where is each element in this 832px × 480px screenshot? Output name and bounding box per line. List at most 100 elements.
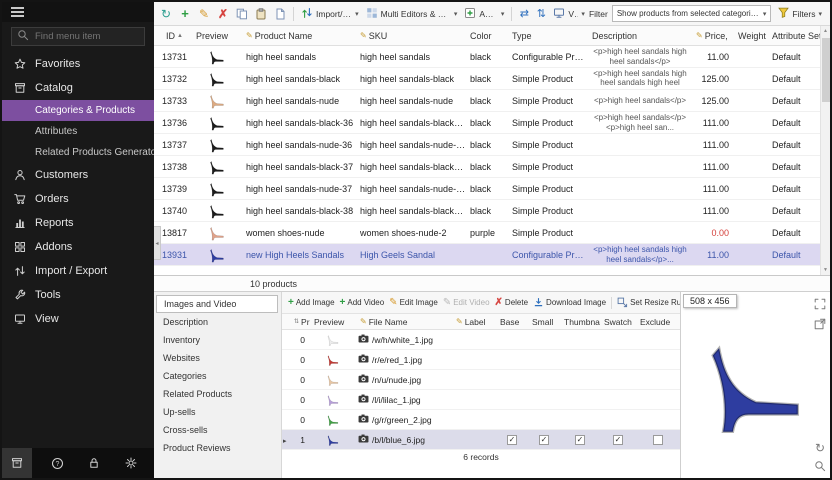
scroll-thumb[interactable] xyxy=(822,38,830,102)
product-row[interactable]: 13732high heel sandals-blackhigh heel sa… xyxy=(154,68,820,90)
media-row[interactable]: ▸1/b/l/blue_6.jpg✓✓✓✓ xyxy=(282,430,680,450)
tab-inventory[interactable]: Inventory xyxy=(154,331,281,349)
column-header-color[interactable]: Color xyxy=(466,31,508,41)
filters-button[interactable]: Filters▾ xyxy=(775,5,825,23)
column-header-product-name[interactable]: ✎Product Name xyxy=(242,31,356,41)
menu-multi-editors-changers[interactable]: Multi Editors & Changers▾ xyxy=(363,4,461,24)
vertical-scrollbar[interactable]: ▲ ▼ xyxy=(820,26,830,275)
scroll-down-arrow[interactable]: ▼ xyxy=(821,265,830,275)
product-row[interactable]: 13737high heel sandals-nude-36high heel … xyxy=(154,134,820,156)
exclude-checkbox[interactable] xyxy=(653,435,663,445)
base-checkbox[interactable]: ✓ xyxy=(507,435,517,445)
sidebar-item-addons[interactable]: Addons xyxy=(2,235,154,259)
sidebar-item-view[interactable]: View xyxy=(2,307,154,331)
sidebar-item-catalog[interactable]: Catalog xyxy=(2,76,154,100)
scroll-up-arrow[interactable]: ▲ xyxy=(821,26,830,36)
zoom-icon[interactable] xyxy=(813,459,827,473)
help-icon[interactable]: ? xyxy=(47,452,69,474)
add-icon-button[interactable]: + xyxy=(176,5,194,23)
media-column-header-small[interactable]: Small xyxy=(528,317,560,327)
product-row[interactable]: ▸13931new High Heels SandalsHigh Geels S… xyxy=(154,244,820,266)
media-column-header-pr[interactable]: ⇅Pr xyxy=(290,317,310,327)
small-checkbox[interactable]: ✓ xyxy=(539,435,549,445)
column-header-attribute-set-name[interactable]: Attribute Set Name xyxy=(768,31,820,41)
refresh-icon-button[interactable]: ↻ xyxy=(157,5,175,23)
media-column-header-label[interactable]: ✎Label xyxy=(452,317,496,327)
swatch-checkbox[interactable]: ✓ xyxy=(613,435,623,445)
paste-icon-button[interactable] xyxy=(252,5,270,23)
media-row[interactable]: 0/n/u/nude.jpg xyxy=(282,370,680,390)
tab-websites[interactable]: Websites xyxy=(154,349,281,367)
panel-collapse-handle[interactable]: ◂ xyxy=(154,226,161,260)
product-sku: high heel sandals-black xyxy=(356,74,466,84)
menu-addons[interactable]: Addons▾ xyxy=(461,4,507,24)
sidebar-item-orders[interactable]: Orders xyxy=(2,187,154,211)
column-header-id[interactable]: ID▲ xyxy=(162,31,192,41)
media-column-header-file-name[interactable]: ✎File Name xyxy=(356,317,452,327)
open-external-icon[interactable] xyxy=(813,317,827,331)
media-row[interactable]: 0/w/h/white_1.jpg xyxy=(282,330,680,350)
tab-cross-sells[interactable]: Cross-sells xyxy=(154,421,281,439)
search-input[interactable] xyxy=(33,30,139,43)
media-column-header-preview[interactable]: Preview xyxy=(310,317,356,327)
transfer-icon-button[interactable]: ⇄ xyxy=(516,6,532,22)
menu-view[interactable]: View▾ xyxy=(550,4,588,24)
product-row[interactable]: 13731high heel sandalshigh heel sandalsb… xyxy=(154,46,820,68)
media-column-header-base[interactable]: Base xyxy=(496,317,528,327)
tab-up-sells[interactable]: Up-sells xyxy=(154,403,281,421)
product-row[interactable]: 13738high heel sandals-black-37high heel… xyxy=(154,156,820,178)
add-video-button[interactable]: +Add Video xyxy=(340,297,385,308)
download-image-button[interactable]: Download Image xyxy=(533,297,606,308)
tab-description[interactable]: Description xyxy=(154,313,281,331)
product-row[interactable]: 13739high heel sandals-nude-37high heel … xyxy=(154,178,820,200)
column-header-sku[interactable]: ✎SKU xyxy=(356,31,466,41)
sidebar-search[interactable] xyxy=(11,27,145,46)
sidebar-item-import-export[interactable]: Import / Export xyxy=(2,259,154,283)
sidebar-item-favorites[interactable]: Favorites xyxy=(2,52,154,76)
copy-icon-button[interactable] xyxy=(233,5,251,23)
sidebar-item-reports[interactable]: Reports xyxy=(2,211,154,235)
sidebar-subitem-attributes[interactable]: Attributes xyxy=(2,121,154,142)
product-row[interactable]: 13736high heel sandals-black-36high heel… xyxy=(154,112,820,134)
menu-toggle-button[interactable] xyxy=(2,3,32,21)
media-row[interactable]: 0/g/r/green_2.jpg xyxy=(282,410,680,430)
sort-icon-button[interactable]: ⇅ xyxy=(533,6,549,22)
sidebar-subitem-related-products-generator[interactable]: Related Products Generator xyxy=(2,142,154,163)
preview-bottom-actions: ↻ xyxy=(813,441,827,473)
media-row[interactable]: 0/l/i/lilac_1.jpg xyxy=(282,390,680,410)
thumbnail-checkbox[interactable]: ✓ xyxy=(575,435,585,445)
column-header-description[interactable]: Description xyxy=(588,31,692,41)
category-filter-select[interactable]: Show products from selected categories▾ xyxy=(612,5,772,22)
tab-categories[interactable]: Categories xyxy=(154,367,281,385)
delete-icon-button[interactable]: ✗ xyxy=(214,5,232,23)
product-row[interactable]: 13733high heel sandals-nudehigh heel san… xyxy=(154,90,820,112)
edit-image-button[interactable]: ✎Edit Image xyxy=(389,297,438,308)
sidebar-item-customers[interactable]: Customers xyxy=(2,163,154,187)
media-row[interactable]: 0/r/e/red_1.jpg xyxy=(282,350,680,370)
tab-images-and-video[interactable]: Images and Video xyxy=(156,295,278,313)
column-header-preview[interactable]: Preview xyxy=(192,31,242,41)
fullscreen-icon[interactable] xyxy=(813,297,827,311)
menu-import-export[interactable]: Import/Export▾ xyxy=(298,4,362,24)
rotate-icon[interactable]: ↻ xyxy=(813,441,827,455)
edit-icon-button[interactable]: ✎ xyxy=(195,5,213,23)
sidebar-subitem-categories-products[interactable]: Categories & Products xyxy=(2,100,154,121)
tab-related-products[interactable]: Related Products xyxy=(154,385,281,403)
product-row[interactable]: 13740high heel sandals-black-38high heel… xyxy=(154,200,820,222)
delete-button[interactable]: ✗Delete xyxy=(495,297,529,308)
set-resize-rule-button[interactable]: Set Resize Rule▾ xyxy=(617,297,680,308)
column-header-price[interactable]: ✎Price, xyxy=(692,31,734,41)
tab-product-reviews[interactable]: Product Reviews xyxy=(154,439,281,457)
media-column-header-exclude[interactable]: Exclude xyxy=(636,317,680,327)
media-column-header-thumbna[interactable]: Thumbna xyxy=(560,317,600,327)
product-row[interactable]: 13817women shoes-nudewomen shoes-nude-2p… xyxy=(154,222,820,244)
sidebar-item-tools[interactable]: Tools xyxy=(2,283,154,307)
lock-icon[interactable] xyxy=(83,452,105,474)
export-doc-icon-button[interactable] xyxy=(271,5,289,23)
column-header-weight[interactable]: Weight xyxy=(734,31,768,41)
add-image-button[interactable]: +Add Image xyxy=(288,297,335,308)
gear-icon[interactable] xyxy=(120,452,142,474)
archive-icon[interactable] xyxy=(2,448,32,478)
column-header-type[interactable]: Type xyxy=(508,31,588,41)
media-column-header-swatch[interactable]: Swatch xyxy=(600,317,636,327)
